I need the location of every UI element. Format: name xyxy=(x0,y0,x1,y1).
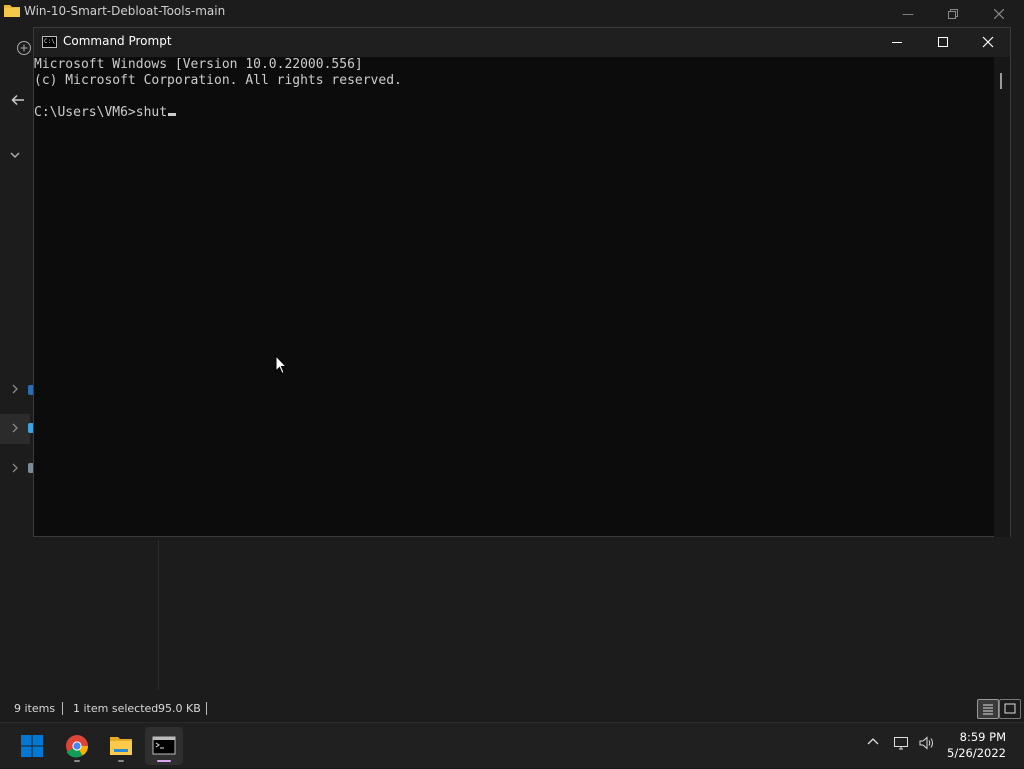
terminal-icon: C:\ xyxy=(42,36,57,48)
console-output[interactable]: Microsoft Windows [Version 10.0.22000.55… xyxy=(34,57,994,537)
taskbar-clock[interactable]: 8:59 PM 5/26/2022 xyxy=(947,729,1006,761)
chevron-right-icon[interactable] xyxy=(8,463,22,477)
chevron-right-icon[interactable] xyxy=(8,423,22,437)
cmd-minimize-button[interactable] xyxy=(874,28,920,57)
console-line: (c) Microsoft Corporation. All rights re… xyxy=(34,73,402,88)
large-icons-view-button[interactable] xyxy=(999,699,1021,719)
text-cursor xyxy=(168,113,177,116)
selection-size: 95.0 KB xyxy=(158,702,201,715)
chevron-down-icon[interactable] xyxy=(8,150,22,164)
taskbar-chrome[interactable] xyxy=(58,727,96,765)
status-bar: 9 items 1 item selected 95.0 KB xyxy=(0,696,1024,722)
network-tray-button[interactable] xyxy=(893,735,909,755)
explorer-restore-button[interactable] xyxy=(930,2,976,26)
command-prompt-window[interactable]: C:\ Command Prompt Microsoft Windows [Ve… xyxy=(33,27,1011,537)
start-button[interactable] xyxy=(13,727,51,765)
status-separator xyxy=(62,702,63,715)
explorer-titlebar[interactable]: Win-10-Smart-Debloat-Tools-main — xyxy=(0,0,1024,26)
restore-icon xyxy=(948,9,958,19)
pane-divider[interactable] xyxy=(158,540,159,690)
clock-time: 8:59 PM xyxy=(959,730,1006,744)
explorer-close-button[interactable] xyxy=(976,2,1022,26)
cmd-title: Command Prompt xyxy=(63,34,172,48)
minimize-icon xyxy=(892,42,902,43)
close-icon xyxy=(982,36,994,48)
network-icon xyxy=(894,737,908,750)
scrollbar-thumb[interactable] xyxy=(1000,73,1002,89)
selection-count: 1 item selected xyxy=(73,702,159,715)
folder-icon xyxy=(4,5,20,17)
clock-date: 5/26/2022 xyxy=(947,746,1006,760)
explorer-title: Win-10-Smart-Debloat-Tools-main xyxy=(24,4,226,18)
maximize-icon xyxy=(938,37,948,47)
taskbar-file-explorer[interactable] xyxy=(102,727,140,765)
running-indicator xyxy=(74,760,80,762)
cmd-scrollbar[interactable] xyxy=(994,57,1010,537)
tiles-view-icon xyxy=(1004,703,1016,714)
volume-tray-button[interactable] xyxy=(918,735,936,755)
console-line: Microsoft Windows [Version 10.0.22000.55… xyxy=(34,57,363,72)
cmd-close-button[interactable] xyxy=(965,28,1011,57)
taskbar-command-prompt[interactable] xyxy=(145,727,183,765)
console-prompt-line[interactable]: C:\Users\VM6>shut xyxy=(34,105,177,121)
back-arrow-icon[interactable] xyxy=(10,92,32,114)
taskbar: 8:59 PM 5/26/2022 xyxy=(0,722,1024,768)
mouse-cursor-icon xyxy=(275,355,287,375)
item-count: 9 items xyxy=(14,702,56,715)
volume-icon xyxy=(919,736,933,750)
close-icon xyxy=(993,8,1005,20)
chevron-right-icon[interactable] xyxy=(8,384,22,398)
chevron-up-icon xyxy=(867,738,879,745)
details-view-icon xyxy=(983,704,993,715)
active-indicator xyxy=(157,760,171,762)
explorer-minimize-button[interactable]: — xyxy=(885,2,931,26)
details-view-button[interactable] xyxy=(977,699,999,719)
windows-logo-icon xyxy=(21,735,43,757)
cmd-maximize-button[interactable] xyxy=(920,28,966,57)
show-hidden-icons-button[interactable] xyxy=(866,735,880,753)
cmd-titlebar[interactable]: C:\ Command Prompt xyxy=(34,28,1010,57)
status-separator xyxy=(206,702,207,715)
console-input[interactable]: C:\Users\VM6>shut xyxy=(34,105,167,120)
running-indicator xyxy=(118,760,124,762)
